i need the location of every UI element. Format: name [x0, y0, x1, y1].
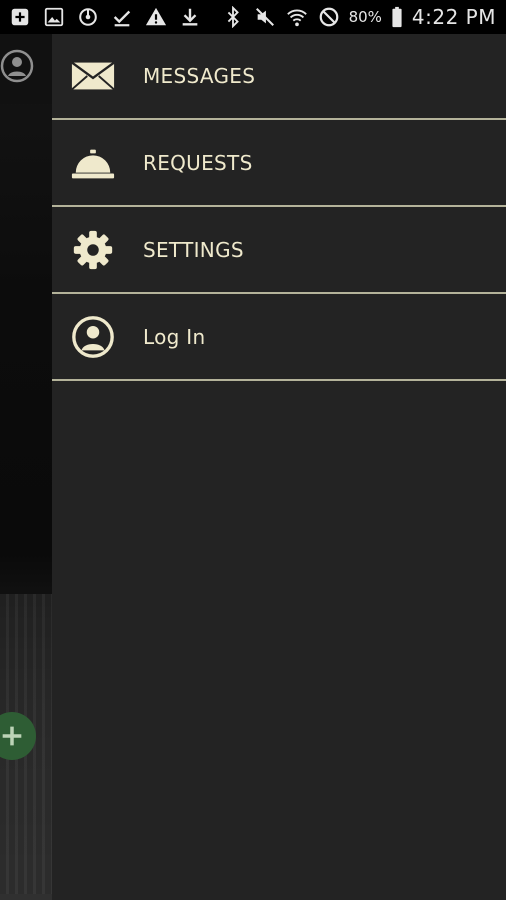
image-icon [42, 5, 66, 29]
clock: 4:22 PM [411, 5, 496, 29]
background-avatar-icon[interactable] [0, 49, 34, 83]
gear-icon [68, 225, 118, 275]
bluetooth-icon [221, 5, 245, 29]
menu-item-label: MESSAGES [143, 64, 256, 88]
add-box-icon [8, 5, 32, 29]
do-not-disturb-icon [317, 5, 341, 29]
status-right-icons: 80% 4:22 PM [221, 5, 496, 29]
battery-percent: 80% [348, 8, 382, 26]
service-bell-icon [68, 138, 118, 188]
menu-item-requests[interactable]: REQUESTS [52, 120, 506, 207]
envelope-icon [68, 51, 118, 101]
plus-icon [2, 726, 22, 746]
sync-icon [76, 5, 100, 29]
user-circle-icon [68, 312, 118, 362]
menu-item-label: SETTINGS [143, 237, 244, 262]
download-icon [178, 5, 202, 29]
menu-item-settings[interactable]: SETTINGS [52, 207, 506, 294]
menu-item-log-in[interactable]: Log In [52, 294, 506, 381]
menu-item-label: Log In [143, 324, 206, 349]
warning-icon [144, 5, 168, 29]
wifi-icon [285, 5, 309, 29]
check-icon [110, 5, 134, 29]
menu-item-label: REQUESTS [143, 150, 253, 175]
menu-item-messages[interactable]: MESSAGES [52, 34, 506, 120]
battery-icon [390, 5, 404, 29]
mute-icon [253, 5, 277, 29]
background-app [0, 34, 52, 900]
status-left-icons [8, 5, 202, 29]
navigation-drawer: MESSAGES REQUESTS SETTINGS Log In [52, 34, 506, 900]
background-toolbar [0, 34, 52, 104]
status-bar: 80% 4:22 PM [0, 0, 506, 34]
